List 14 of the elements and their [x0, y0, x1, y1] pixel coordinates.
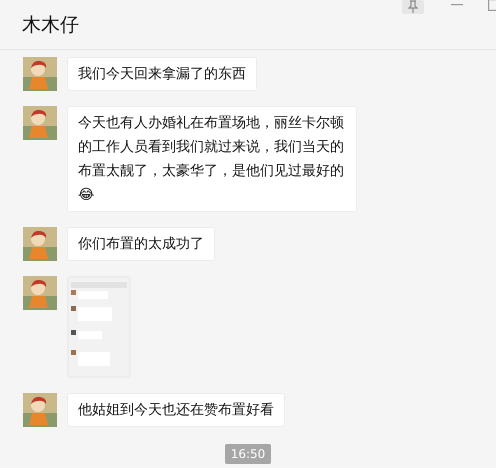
message-bubble: 他姑姐到今天也还在赞布置好看 [67, 393, 285, 427]
minimize-icon[interactable] [451, 4, 463, 6]
avatar[interactable] [23, 106, 57, 140]
avatar[interactable] [23, 276, 57, 310]
avatar[interactable] [23, 393, 57, 427]
pin-icon[interactable] [402, 0, 424, 14]
avatar[interactable] [23, 227, 57, 261]
timestamp: 16:50 [224, 444, 272, 464]
message-bubble: 你们布置的太成功了 [67, 227, 215, 261]
message-bubble: 我们今天回来拿漏了的东西 [67, 57, 257, 91]
avatar[interactable] [23, 57, 57, 91]
message-bubble: 今天也有人办婚礼在布置场地，丽丝卡尔顿的工作人员看到我们就过来说，我们当天的布置太靓了，太豪华了，是他们见过最好的😂 [67, 106, 357, 212]
maximize-icon[interactable] [488, 0, 496, 11]
chat-title: 木木仔 [22, 12, 79, 38]
